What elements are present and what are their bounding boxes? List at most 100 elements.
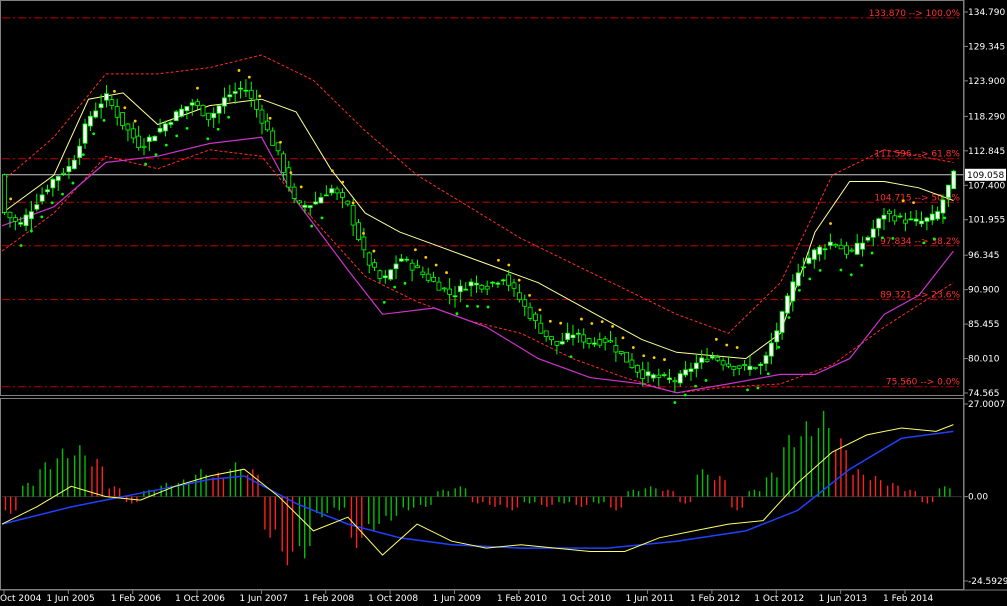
candle-body	[125, 123, 131, 131]
trail-dot	[123, 106, 127, 110]
candle-body	[248, 89, 254, 99]
trail-dot	[206, 137, 210, 141]
candle-body	[104, 93, 109, 101]
trail-dot	[486, 305, 490, 309]
candle-body	[758, 363, 764, 366]
fib-level-label: 89.321 --> 23.6%	[880, 291, 960, 301]
trail-dot	[507, 263, 511, 267]
candle-body	[136, 135, 142, 149]
time-tick-label: 1 Jun 2011	[626, 594, 674, 604]
trail-dot	[600, 320, 604, 324]
candle-body	[506, 274, 512, 286]
trail-dot	[528, 293, 531, 297]
candle-body	[291, 186, 297, 199]
candle-body	[189, 102, 195, 106]
chart-background	[0, 0, 1007, 606]
candle-body	[490, 281, 495, 284]
candle-body	[366, 252, 372, 266]
trail-dot	[777, 345, 781, 349]
candle-body	[361, 236, 367, 251]
candle-body	[811, 249, 817, 260]
candle-body	[254, 99, 260, 110]
candle-body	[409, 262, 415, 271]
candle-body	[640, 369, 646, 379]
candle-body	[152, 135, 158, 142]
candle-body	[736, 365, 742, 369]
candle-body	[77, 145, 83, 158]
trail-dot	[310, 224, 314, 228]
candle-body	[795, 272, 801, 287]
trail-dot	[860, 263, 864, 267]
time-tick-label: 1 Jun 2013	[819, 594, 867, 604]
candle-body	[790, 281, 796, 302]
trail-dot	[237, 69, 241, 72]
price-tick-label: 123.900	[968, 77, 1005, 87]
trail-dot	[704, 379, 708, 382]
candle-body	[168, 122, 174, 125]
candle-body	[817, 246, 823, 255]
candle-body	[388, 269, 394, 280]
trail-dot	[580, 317, 583, 321]
trail-dot	[735, 346, 739, 349]
trail-dot	[279, 140, 282, 144]
candle-body	[404, 258, 410, 261]
candle-body	[398, 258, 404, 262]
fib-level-label: 75.560 --> 0.0%	[886, 378, 961, 388]
trail-dot	[891, 237, 895, 240]
candle-body	[897, 215, 903, 218]
trail-dot	[185, 126, 189, 130]
time-tick-label: 1 Oct 2012	[754, 594, 804, 604]
time-tick-label: 1 Feb 2006	[111, 594, 162, 604]
candle-body	[334, 188, 340, 194]
osc-tick-label: -24.5929	[968, 577, 1007, 587]
time-tick-label: Oct 2004	[0, 594, 42, 604]
candle-body	[618, 351, 624, 354]
candle-body	[114, 106, 120, 118]
time-tick-label: 1 Oct 2010	[561, 594, 611, 604]
candle-body	[951, 170, 957, 190]
candle-body	[146, 136, 152, 142]
trail-dot	[476, 305, 480, 308]
price-tick-label: 74.565	[968, 389, 1000, 399]
trail-dot	[912, 201, 915, 205]
time-tick-label: 1 Feb 2008	[304, 594, 355, 604]
candle-body	[270, 130, 276, 146]
candle-body	[886, 210, 892, 214]
candle-body	[18, 222, 24, 225]
candle-body	[710, 355, 715, 359]
candle-body	[672, 380, 678, 383]
candle-body	[522, 299, 528, 307]
trail-dot	[341, 180, 345, 184]
candle-body	[731, 366, 737, 370]
trail-dot	[434, 263, 438, 267]
trail-dot	[81, 153, 85, 156]
candle-body	[500, 279, 506, 282]
candle-body	[55, 175, 61, 181]
candle-body	[511, 282, 517, 289]
candle-body	[329, 188, 335, 194]
candle-body	[259, 109, 265, 124]
candle-body	[211, 113, 217, 119]
candle-body	[586, 338, 592, 344]
osc-tick-label: 0.00	[968, 493, 988, 503]
candle-body	[624, 351, 630, 363]
time-tick-label: 1 Feb 2012	[690, 594, 740, 604]
candle-body	[12, 217, 18, 222]
trail-dot	[642, 354, 646, 358]
candle-body	[833, 244, 839, 247]
trail-dot	[61, 192, 64, 196]
trail-dot	[382, 300, 386, 304]
candle-body	[120, 112, 125, 127]
trail-dot	[798, 288, 801, 292]
candle-body	[870, 228, 876, 238]
candle-body	[243, 89, 249, 92]
candle-body	[425, 273, 431, 281]
osc-tick-label: 27.0007	[968, 400, 1005, 410]
candle-body	[913, 218, 919, 222]
time-tick-label: 1 Feb 2010	[497, 594, 548, 604]
candle-body	[457, 285, 463, 293]
candle-body	[415, 265, 420, 269]
candle-body	[130, 128, 136, 139]
candle-body	[549, 336, 554, 341]
candle-body	[45, 189, 50, 193]
